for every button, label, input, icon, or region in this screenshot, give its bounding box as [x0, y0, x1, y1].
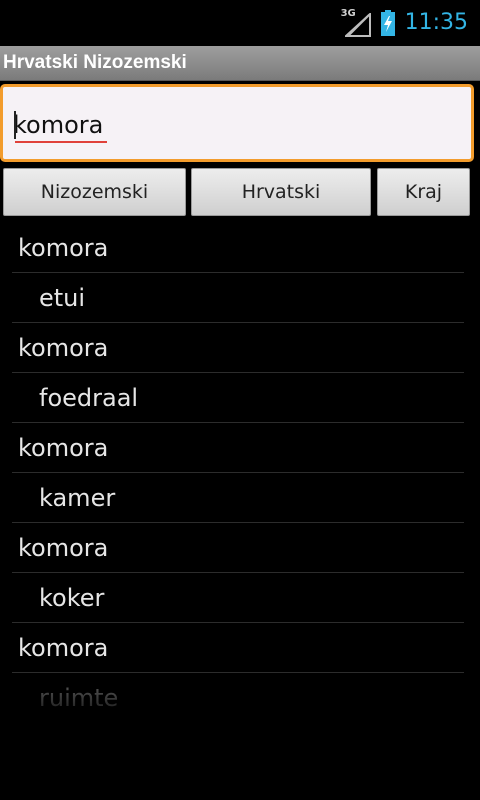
list-item-word[interactable]: komora	[12, 223, 464, 273]
search-input[interactable]	[13, 107, 453, 143]
clock: 11:35	[404, 10, 468, 35]
spellcheck-underline	[15, 141, 107, 143]
status-icons: 3G 11:35	[341, 8, 468, 38]
signal-icon	[344, 13, 371, 37]
exit-button[interactable]: Kraj	[377, 168, 470, 216]
battery-charging-icon	[380, 10, 395, 36]
results-list: komora etui komora foedraal komora kamer…	[12, 223, 464, 722]
status-bar: 3G 11:35	[0, 0, 480, 46]
croatian-button[interactable]: Hrvatski	[191, 168, 371, 216]
dutch-button[interactable]: Nizozemski	[3, 168, 186, 216]
list-item-word[interactable]: komora	[12, 523, 464, 573]
text-cursor	[14, 111, 16, 139]
list-item-translation[interactable]: kamer	[12, 473, 464, 523]
list-item-word[interactable]: komora	[12, 423, 464, 473]
list-item-translation[interactable]: foedraal	[12, 373, 464, 423]
list-item-translation[interactable]: koker	[12, 573, 464, 623]
app-title-bar: Hrvatski Nizozemski	[0, 46, 480, 81]
list-item-word[interactable]: komora	[12, 323, 464, 373]
app-title: Hrvatski Nizozemski	[3, 52, 187, 73]
network-indicator: 3G	[341, 9, 371, 37]
list-item-translation[interactable]: ruimte	[12, 673, 464, 722]
search-field-container[interactable]	[0, 84, 474, 162]
list-item-translation[interactable]: etui	[12, 273, 464, 323]
list-item-word[interactable]: komora	[12, 623, 464, 673]
